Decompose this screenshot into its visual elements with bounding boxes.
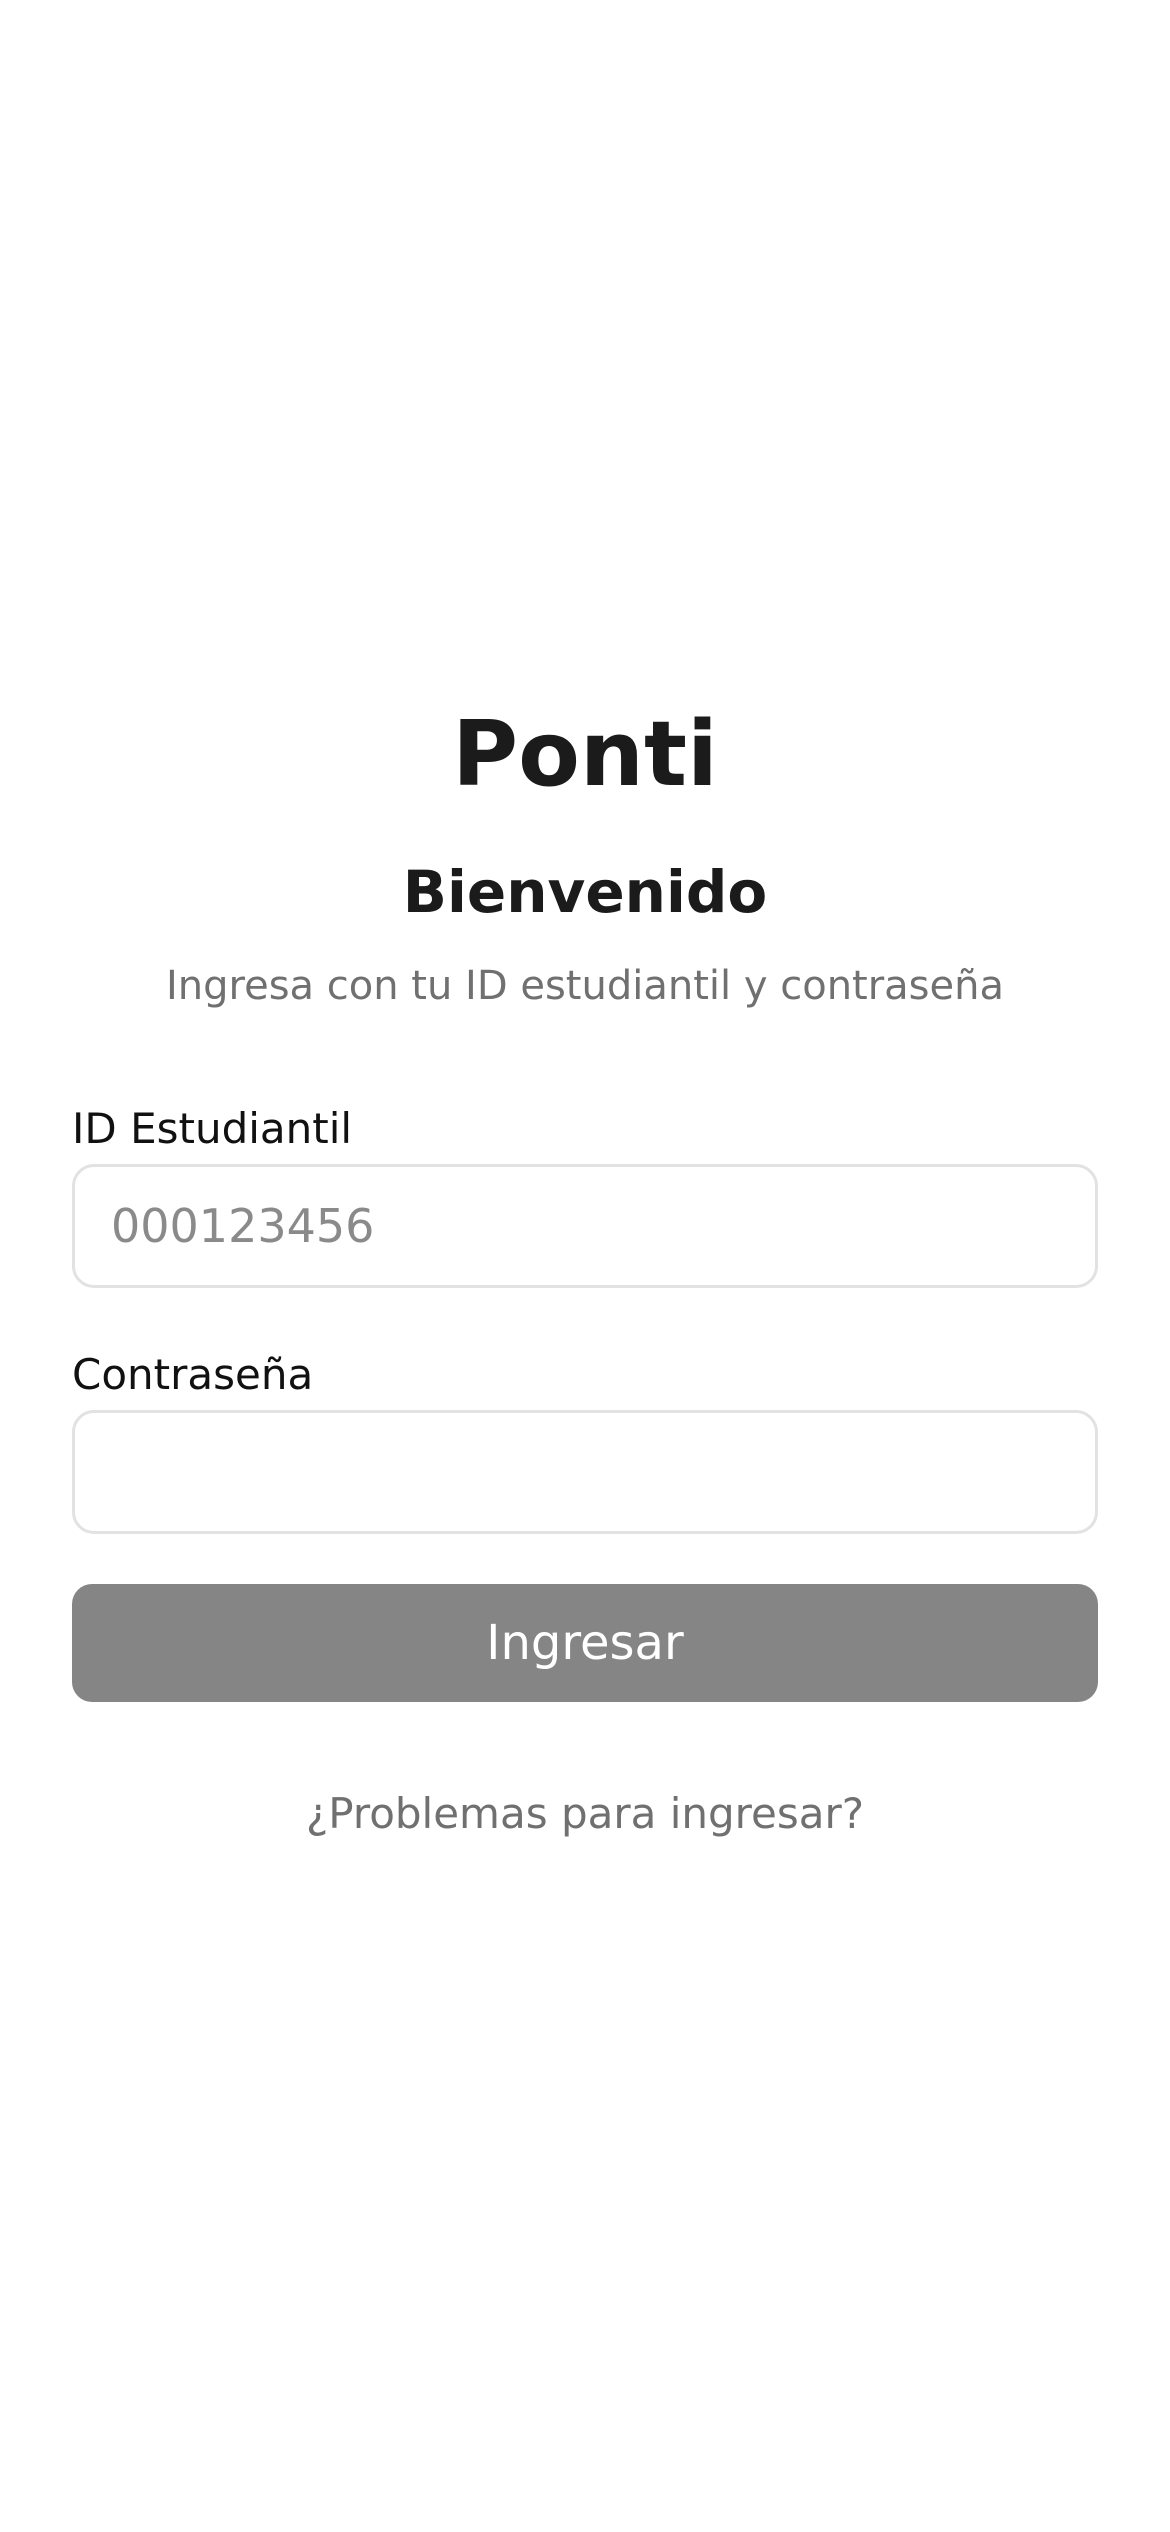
login-button[interactable]: Ingresar (72, 1584, 1098, 1702)
app-title: Ponti (452, 702, 718, 807)
login-help-link[interactable]: ¿Problemas para ingresar? (0, 1786, 1170, 1842)
student-id-label: ID Estudiantil (72, 1104, 353, 1153)
password-input[interactable] (72, 1410, 1098, 1534)
welcome-heading: Bienvenido (402, 858, 768, 926)
student-id-input[interactable] (72, 1164, 1098, 1288)
login-screen: Ponti Bienvenido Ingresa con tu ID estud… (0, 0, 1170, 2532)
login-subtitle: Ingresa con tu ID estudiantil y contrase… (165, 963, 1004, 1009)
password-label: Contraseña (72, 1350, 314, 1399)
